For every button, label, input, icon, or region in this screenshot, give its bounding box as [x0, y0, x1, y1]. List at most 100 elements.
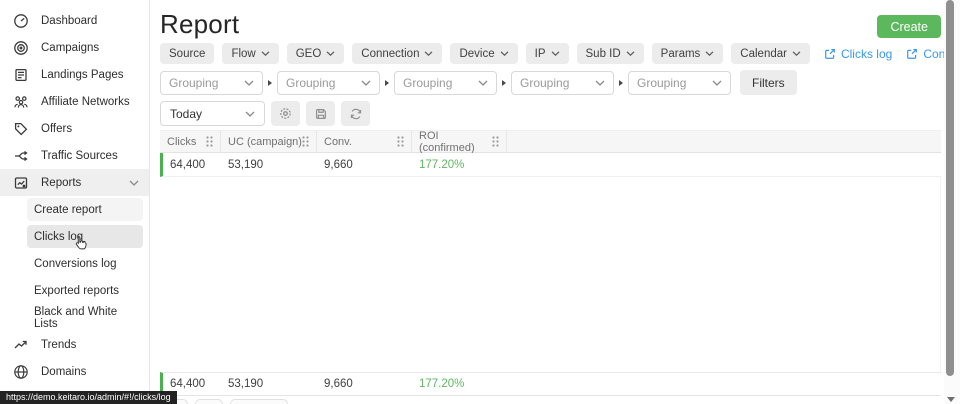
filter-connection-button[interactable]: Connection [352, 43, 442, 64]
dashboard-icon [13, 13, 29, 29]
drag-handle-icon[interactable] [492, 136, 499, 147]
column-header-conv[interactable]: Conv. [317, 131, 412, 152]
sidebar-item-label: Traffic Sources [41, 150, 118, 162]
reports-icon [13, 175, 29, 191]
campaigns-icon [13, 40, 29, 56]
sidebar-item-reports[interactable]: Reports [0, 169, 149, 196]
filter-label: Sub ID [586, 48, 621, 60]
column-label: UC (campaign) [228, 136, 302, 148]
refresh-icon [349, 107, 363, 121]
cell-uc-campaign: 53,190 [221, 159, 317, 171]
sidebar-item-trends[interactable]: Trends [0, 331, 149, 358]
table-empty-area [160, 177, 941, 372]
filter-device-button[interactable]: Device [450, 43, 517, 64]
filter-row: Source Flow GEO Connection Device IP Sub… [160, 43, 960, 64]
scrollbar-down-arrow-icon[interactable] [947, 397, 955, 402]
pagination-page-size-select[interactable] [230, 399, 288, 404]
filter-sub-id-button[interactable]: Sub ID [577, 43, 644, 64]
filter-geo-button[interactable]: GEO [287, 43, 345, 64]
sidebar-item-label: Trends [41, 339, 76, 351]
save-icon [314, 107, 328, 121]
column-label: Conv. [324, 136, 352, 148]
filter-label: Flow [231, 48, 255, 60]
grouping-select-2[interactable]: Grouping [277, 71, 380, 95]
chevron-down-icon [595, 80, 605, 86]
grouping-separator-icon [268, 80, 272, 86]
controls-row: Today [160, 101, 370, 126]
create-button[interactable]: Create [877, 15, 941, 38]
grouping-placeholder: Grouping [403, 76, 452, 90]
sidebar-item-traffic-sources[interactable]: Traffic Sources [0, 142, 149, 169]
chevron-down-icon [129, 180, 139, 186]
scrollbar-thumb[interactable] [946, 0, 954, 376]
chevron-down-icon [326, 51, 335, 56]
column-label: Clicks [167, 136, 196, 148]
grouping-select-4[interactable]: Grouping [511, 71, 614, 95]
sidebar-item-offers[interactable]: Offers [0, 115, 149, 142]
chevron-down-icon [245, 111, 255, 117]
drag-handle-icon[interactable] [397, 136, 404, 147]
sidebar-item-create-report[interactable]: Create report [27, 198, 143, 221]
sidebar-item-campaigns[interactable]: Campaigns [0, 34, 149, 61]
sub-item-label: Conversions log [34, 258, 116, 270]
filter-calendar-button[interactable]: Calendar [731, 43, 810, 64]
grouping-select-1[interactable]: Grouping [160, 71, 263, 95]
filter-label: Device [459, 48, 494, 60]
filter-label: IP [535, 48, 546, 60]
save-report-button[interactable] [306, 101, 335, 126]
grouping-select-5[interactable]: Grouping [628, 71, 731, 95]
drag-handle-icon[interactable] [206, 136, 213, 147]
drag-handle-icon[interactable] [302, 136, 309, 147]
filters-button[interactable]: Filters [740, 70, 797, 95]
external-link-icon [824, 48, 836, 60]
filter-label: Connection [361, 48, 419, 60]
chevron-down-icon [712, 80, 722, 86]
vertical-scrollbar[interactable] [944, 0, 960, 404]
summary-conv: 9,660 [317, 378, 412, 390]
chevron-down-icon [551, 51, 560, 56]
sidebar-item-black-and-white-lists[interactable]: Black and White Lists [27, 306, 143, 329]
chevron-down-icon [478, 80, 488, 86]
sidebar-item-label: Dashboard [41, 15, 97, 27]
column-header-roi-confirmed[interactable]: ROI (confirmed) [412, 131, 507, 152]
grouping-placeholder: Grouping [637, 76, 686, 90]
chevron-down-icon [361, 80, 371, 86]
sidebar-item-landings-pages[interactable]: Landings Pages [0, 61, 149, 88]
page-title: Report [160, 9, 239, 40]
pagination [160, 399, 288, 404]
grouping-select-3[interactable]: Grouping [394, 71, 497, 95]
sidebar-item-label: Landings Pages [41, 69, 123, 81]
table-row[interactable]: 64,400 53,190 9,660 177.20% [160, 153, 941, 177]
status-url: https://demo.keitaro.io/admin/#!/clicks/… [6, 392, 171, 402]
sidebar-item-domains[interactable]: Domains [0, 358, 149, 385]
sidebar-item-conversions-log[interactable]: Conversions log [27, 252, 143, 275]
date-range-select[interactable]: Today [160, 101, 265, 126]
sidebar-item-exported-reports[interactable]: Exported reports [27, 279, 143, 302]
sidebar-item-affiliate-networks[interactable]: Affiliate Networks [0, 88, 149, 115]
column-header-clicks[interactable]: Clicks [160, 131, 221, 152]
external-link-icon [906, 48, 918, 60]
sidebar-item-label: Campaigns [41, 42, 99, 54]
sidebar-item-dashboard[interactable]: Dashboard [0, 7, 149, 34]
settings-button[interactable] [271, 101, 300, 126]
sub-item-label: Exported reports [34, 285, 119, 297]
pagination-button[interactable] [195, 399, 223, 404]
filter-params-button[interactable]: Params [652, 43, 724, 64]
column-label: ROI (confirmed) [419, 130, 492, 154]
sidebar-item-label: Offers [41, 123, 72, 135]
affiliate-networks-icon [13, 94, 29, 110]
filter-ip-button[interactable]: IP [526, 43, 569, 64]
filter-source-button[interactable]: Source [160, 43, 214, 64]
refresh-button[interactable] [341, 101, 370, 126]
date-range-value: Today [170, 107, 202, 121]
gear-icon [278, 106, 293, 121]
filter-label: Params [661, 48, 701, 60]
cell-clicks: 64,400 [163, 159, 221, 171]
chevron-down-icon [626, 51, 635, 56]
filter-flow-button[interactable]: Flow [222, 43, 278, 64]
summary-roi: 177.20% [412, 378, 507, 390]
column-header-uc-campaign[interactable]: UC (campaign) [221, 131, 317, 152]
grouping-placeholder: Grouping [169, 76, 218, 90]
clicks-log-link[interactable]: Clicks log [824, 47, 892, 61]
report-table: Clicks UC (campaign) Conv. ROI (confirme… [160, 130, 941, 396]
